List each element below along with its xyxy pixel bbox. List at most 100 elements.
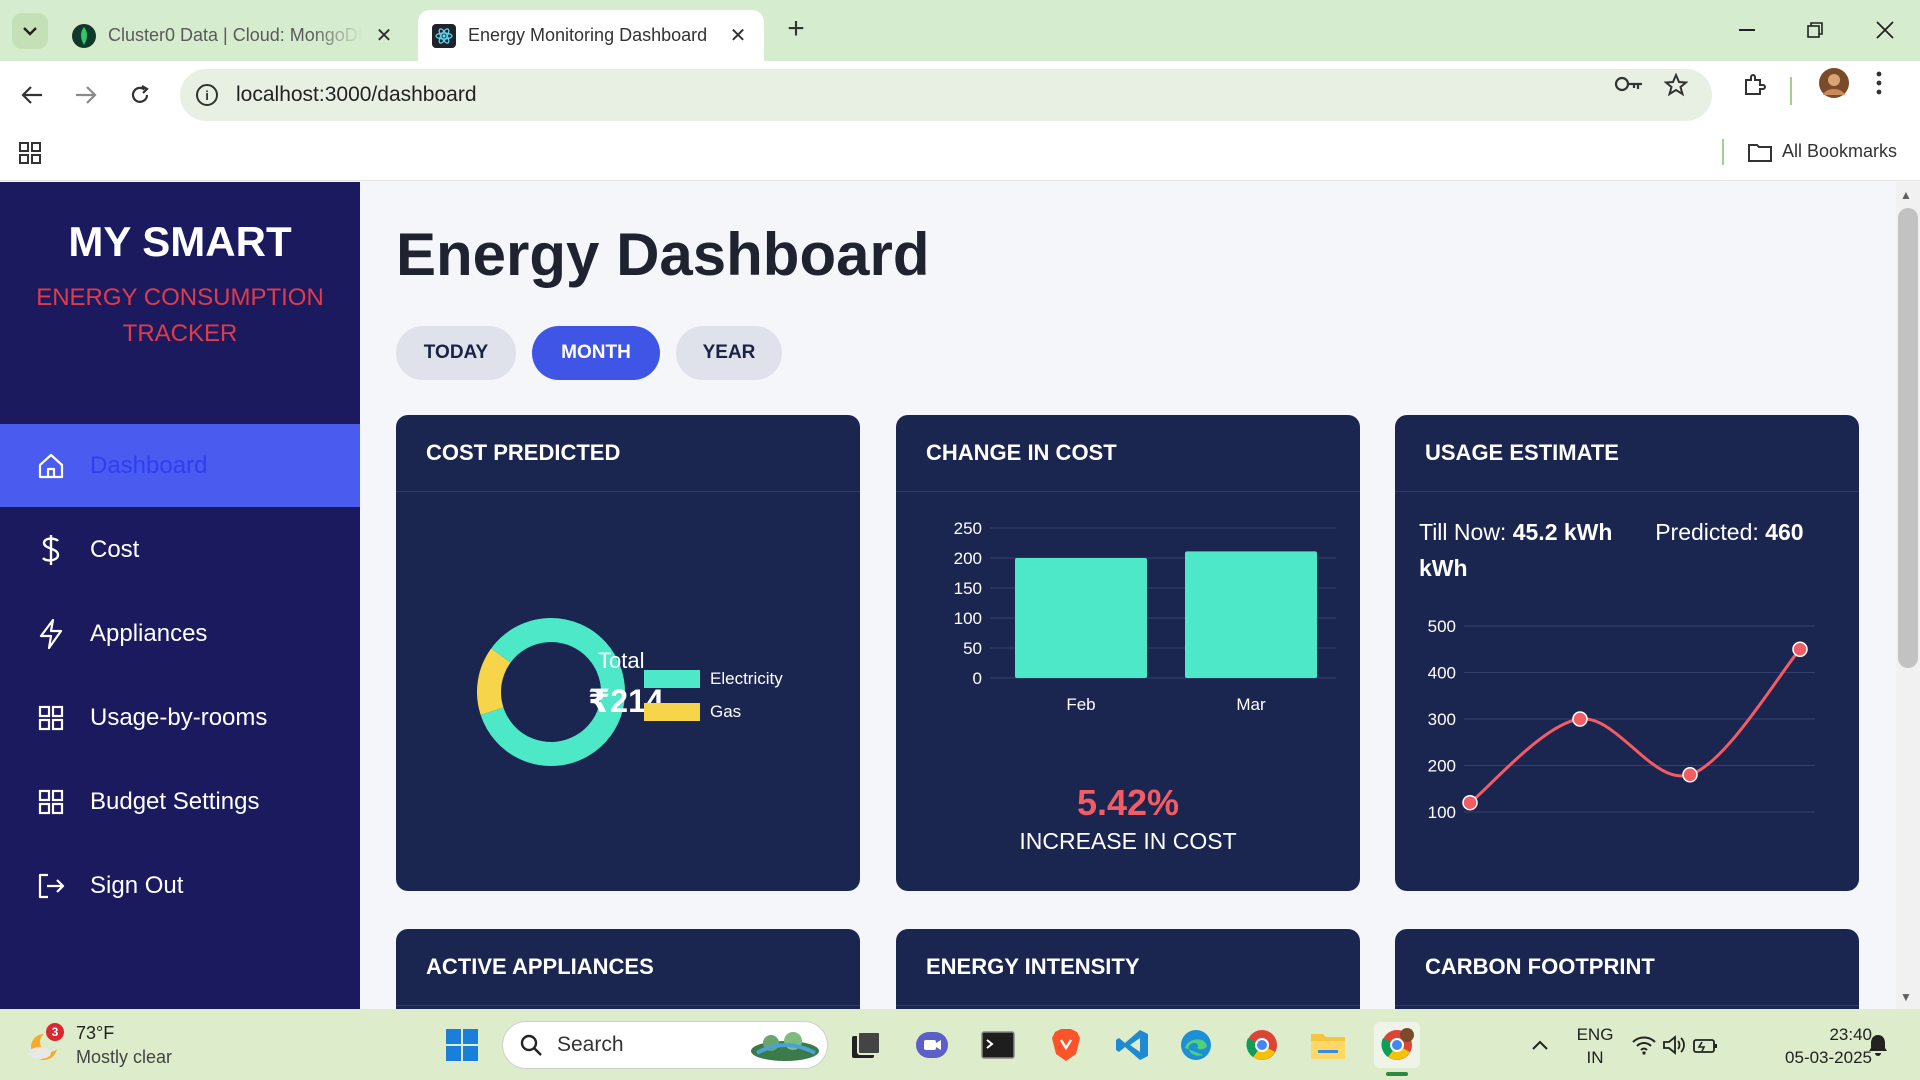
scroll-up-arrow-icon[interactable]: ▲ — [1900, 188, 1912, 202]
data-point-2 — [1572, 711, 1588, 727]
data-point-3 — [1682, 767, 1698, 783]
tab-mongodb[interactable]: Cluster0 Data | Cloud: MongoDB Cloud ✕ — [58, 10, 410, 61]
y-tick-label: 250 — [954, 519, 982, 538]
scroll-down-arrow-icon[interactable]: ▼ — [1900, 990, 1912, 1004]
period-year-button[interactable]: YEAR — [676, 326, 782, 380]
energy-intensity-card: ENERGY INTENSITY — [896, 929, 1360, 1009]
till-now-value: 45.2 kWh — [1512, 519, 1613, 545]
x-tick-label: Mar — [1236, 695, 1266, 714]
react-icon — [432, 23, 456, 48]
forward-button[interactable] — [68, 77, 104, 113]
sign-out-icon — [36, 871, 66, 901]
sidebar-item-label: Budget Settings — [90, 787, 260, 815]
task-view-icon[interactable] — [846, 1025, 886, 1065]
chrome-icon[interactable] — [1242, 1025, 1282, 1065]
language-top: ENG — [1576, 1025, 1614, 1044]
usage-line-chart: 100 200 300 400 500 Week 1 Week 2 Week 3 Week 4 — [1428, 617, 1829, 832]
volume-icon — [1663, 1035, 1685, 1055]
clock-time: 23:40 — [1829, 1025, 1872, 1044]
all-bookmarks-button[interactable]: All Bookmarks — [1748, 141, 1897, 162]
terminal-icon[interactable] — [978, 1025, 1018, 1065]
search-icon — [520, 1034, 542, 1056]
file-explorer-icon[interactable] — [1308, 1025, 1348, 1065]
legend-label: Gas — [710, 702, 742, 721]
weather-temp: 73°F — [76, 1023, 115, 1043]
close-window-button[interactable] — [1860, 10, 1910, 50]
brave-browser-icon[interactable] — [1046, 1025, 1086, 1065]
vscode-icon[interactable] — [1112, 1025, 1152, 1065]
y-tick-label: 200 — [1428, 757, 1456, 776]
main-content: Energy Dashboard TODAY MONTH YEAR COST P… — [360, 182, 1896, 1009]
sidebar-item-label: Dashboard — [90, 451, 208, 479]
start-button[interactable] — [442, 1025, 482, 1065]
data-point-4 — [1792, 641, 1808, 657]
period-month-button[interactable]: MONTH — [532, 326, 660, 380]
edge-browser-icon[interactable] — [1176, 1025, 1216, 1065]
minimize-button[interactable] — [1722, 10, 1772, 50]
clock[interactable]: 23:40 05-03-2025 — [1752, 1023, 1872, 1069]
y-tick-label: 300 — [1428, 710, 1456, 729]
reload-icon — [131, 85, 149, 103]
till-now-label: Till Now: — [1419, 519, 1507, 545]
close-icon — [1876, 21, 1894, 39]
meet-chat-icon[interactable] — [912, 1025, 952, 1065]
card-title: ACTIVE APPLIANCES — [396, 929, 860, 1006]
scrollbar-thumb[interactable] — [1898, 208, 1918, 668]
sidebar-item-dashboard[interactable]: Dashboard — [0, 424, 360, 507]
sidebar-item-sign-out[interactable]: Sign Out — [0, 844, 360, 927]
weather-moon-icon: 3 — [26, 1023, 64, 1063]
bookmark-star-icon[interactable] — [1663, 72, 1689, 104]
apps-grid-icon[interactable] — [18, 141, 42, 170]
sidebar-item-label: Sign Out — [90, 871, 184, 899]
chrome-profile-app-icon[interactable] — [1374, 1022, 1420, 1068]
card-title: CARBON FOOTPRINT — [1395, 929, 1859, 1006]
y-tick-label: 100 — [954, 609, 982, 628]
all-bookmarks-label: All Bookmarks — [1782, 141, 1898, 161]
tab-energy-dashboard[interactable]: Energy Monitoring Dashboard ✕ — [418, 10, 764, 61]
sidebar-item-appliances[interactable]: Appliances — [0, 592, 360, 675]
password-key-icon[interactable] — [1614, 73, 1644, 101]
y-tick-label: 50 — [963, 639, 982, 658]
sidebar-item-usage-by-rooms[interactable]: Usage-by-rooms — [0, 676, 360, 759]
legend-label: Electricity — [710, 669, 783, 688]
toolbar-divider — [1790, 77, 1792, 105]
site-info-icon[interactable]: i — [196, 84, 218, 106]
card-title: COST PREDICTED — [396, 415, 860, 492]
reload-button[interactable] — [122, 77, 158, 113]
period-today-button[interactable]: TODAY — [396, 326, 516, 380]
close-tab-icon[interactable]: ✕ — [372, 23, 396, 48]
restore-button[interactable] — [1790, 10, 1840, 50]
address-bar[interactable]: i localhost:3000/dashboard — [180, 69, 1712, 121]
profile-avatar[interactable] — [1818, 67, 1850, 106]
windows-logo-icon — [446, 1029, 478, 1061]
back-button[interactable] — [14, 77, 50, 113]
show-hidden-icons-button[interactable] — [1520, 1025, 1560, 1065]
weather-widget[interactable]: 3 73°F Mostly clear — [26, 1021, 172, 1069]
wifi-icon — [1632, 1036, 1656, 1055]
language-bottom: IN — [1586, 1048, 1604, 1067]
more-options-icon[interactable] — [1876, 71, 1882, 102]
change-caption: INCREASE IN COST — [1019, 828, 1237, 854]
data-point-1 — [1462, 794, 1478, 811]
browser-tab-strip: Cluster0 Data | Cloud: MongoDB Cloud ✕ E… — [0, 0, 1920, 61]
extensions-puzzle-icon[interactable] — [1742, 73, 1766, 104]
bookmarks-divider — [1722, 139, 1724, 165]
chevron-up-icon — [1532, 1040, 1548, 1050]
weather-badge: 3 — [46, 1023, 64, 1041]
notifications-bell-icon[interactable] — [1858, 1025, 1898, 1065]
new-tab-button[interactable]: + — [782, 14, 810, 44]
grid-icon — [36, 703, 66, 733]
tab-search-button[interactable] — [12, 13, 48, 49]
x-tick-label: Week 2 — [1551, 829, 1608, 832]
bolt-icon — [36, 618, 66, 649]
system-tray-status[interactable] — [1630, 1025, 1720, 1065]
sidebar-item-budget-settings[interactable]: Budget Settings — [0, 760, 360, 843]
x-tick-label: Week 4 — [1771, 829, 1828, 832]
legend-item-gas: Gas — [644, 702, 784, 722]
close-tab-icon[interactable]: ✕ — [726, 23, 750, 48]
language-indicator[interactable]: ENG IN — [1574, 1023, 1616, 1069]
brand-title: MY SMART — [68, 218, 292, 265]
sidebar-item-cost[interactable]: Cost — [0, 508, 360, 591]
taskbar-search[interactable]: Search — [502, 1021, 828, 1069]
chevron-down-icon — [23, 27, 37, 36]
